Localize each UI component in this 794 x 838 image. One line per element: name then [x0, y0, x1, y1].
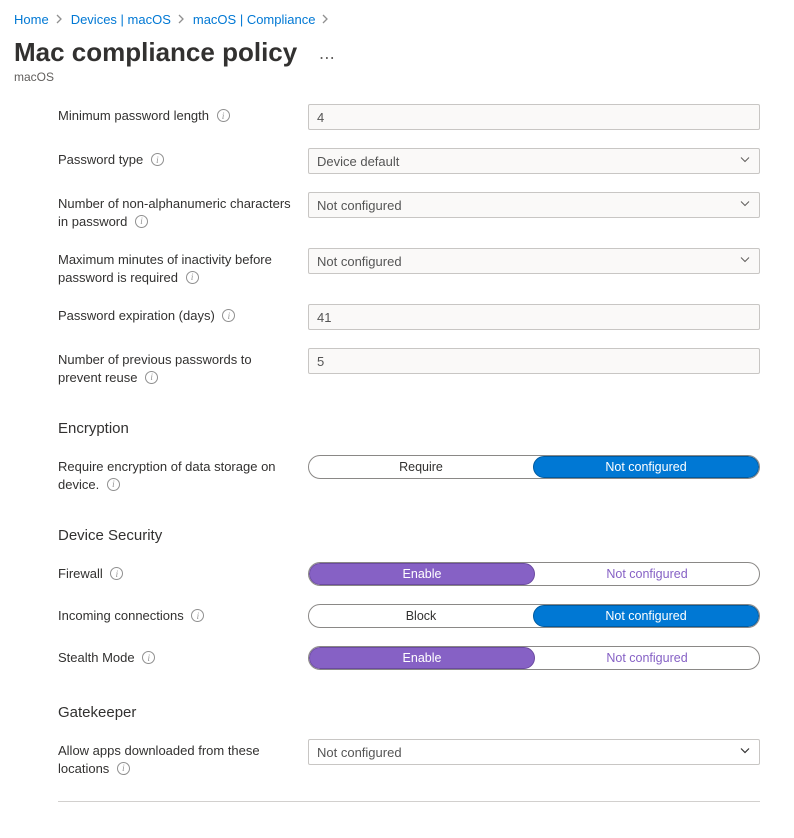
firewall-opt-enable[interactable]: Enable [309, 563, 535, 585]
row-expiration: Password expiration (days) i [58, 304, 760, 330]
policy-form: Minimum password length i Password type … [14, 104, 780, 777]
section-device-security: Device Security [58, 527, 760, 544]
inactivity-label: Maximum minutes of inactivity before pas… [58, 252, 272, 285]
info-icon[interactable]: i [145, 371, 158, 384]
min-password-length-label: Minimum password length [58, 108, 209, 123]
incoming-toggle[interactable]: Block Not configured [308, 604, 760, 628]
incoming-opt-notconfigured[interactable]: Not configured [533, 605, 759, 627]
firewall-label: Firewall [58, 566, 103, 581]
info-icon[interactable]: i [107, 478, 120, 491]
info-icon[interactable]: i [191, 609, 204, 622]
incoming-label: Incoming connections [58, 608, 184, 623]
breadcrumb: Home Devices | macOS macOS | Compliance [14, 12, 780, 27]
expiration-label: Password expiration (days) [58, 308, 215, 323]
info-icon[interactable]: i [110, 567, 123, 580]
min-password-length-input[interactable] [308, 104, 760, 130]
allow-apps-select[interactable]: Not configured [308, 739, 760, 765]
password-type-select[interactable]: Device default [308, 148, 760, 174]
section-gatekeeper: Gatekeeper [58, 704, 760, 721]
chevron-down-icon [739, 254, 751, 269]
page-subtitle: macOS [14, 70, 780, 84]
row-inactivity: Maximum minutes of inactivity before pas… [58, 248, 760, 286]
nonalpha-select[interactable]: Not configured [308, 192, 760, 218]
encryption-opt-notconfigured[interactable]: Not configured [533, 456, 759, 478]
chevron-right-icon [55, 12, 65, 27]
page-title: Mac compliance policy [14, 37, 297, 68]
row-password-type: Password type i Device default [58, 148, 760, 174]
allow-apps-label: Allow apps downloaded from these locatio… [58, 743, 260, 776]
row-require-encryption: Require encryption of data storage on de… [58, 455, 760, 493]
row-allow-apps: Allow apps downloaded from these locatio… [58, 739, 760, 777]
row-incoming: Incoming connections i Block Not configu… [58, 604, 760, 628]
password-type-label: Password type [58, 152, 143, 167]
page-header: Mac compliance policy ⋯ macOS [14, 37, 780, 84]
encryption-toggle[interactable]: Require Not configured [308, 455, 760, 479]
encryption-opt-require[interactable]: Require [309, 456, 533, 478]
row-firewall: Firewall i Enable Not configured [58, 562, 760, 586]
prev-reuse-input[interactable] [308, 348, 760, 374]
info-icon[interactable]: i [142, 651, 155, 664]
chevron-down-icon [739, 198, 751, 213]
row-nonalpha: Number of non-alphanumeric characters in… [58, 192, 760, 230]
info-icon[interactable]: i [151, 153, 164, 166]
stealth-label: Stealth Mode [58, 650, 135, 665]
inactivity-value: Not configured [317, 254, 402, 269]
row-prev-reuse: Number of previous passwords to prevent … [58, 348, 760, 386]
chevron-right-icon [177, 12, 187, 27]
more-icon[interactable]: ⋯ [319, 48, 336, 68]
nonalpha-label: Number of non-alphanumeric characters in… [58, 196, 291, 229]
nonalpha-value: Not configured [317, 198, 402, 213]
breadcrumb-home[interactable]: Home [14, 12, 49, 27]
row-stealth: Stealth Mode i Enable Not configured [58, 646, 760, 670]
password-type-value: Device default [317, 154, 399, 169]
info-icon[interactable]: i [117, 762, 130, 775]
info-icon[interactable]: i [135, 215, 148, 228]
incoming-opt-block[interactable]: Block [309, 605, 533, 627]
firewall-opt-notconfigured[interactable]: Not configured [535, 563, 759, 585]
info-icon[interactable]: i [217, 109, 230, 122]
allow-apps-value: Not configured [317, 745, 402, 760]
stealth-opt-notconfigured[interactable]: Not configured [535, 647, 759, 669]
stealth-toggle[interactable]: Enable Not configured [308, 646, 760, 670]
chevron-down-icon [739, 154, 751, 169]
stealth-opt-enable[interactable]: Enable [309, 647, 535, 669]
chevron-right-icon [321, 12, 331, 27]
divider [58, 801, 760, 802]
breadcrumb-devices[interactable]: Devices | macOS [71, 12, 171, 27]
require-encryption-label: Require encryption of data storage on de… [58, 459, 276, 492]
info-icon[interactable]: i [222, 309, 235, 322]
row-min-password-length: Minimum password length i [58, 104, 760, 130]
inactivity-select[interactable]: Not configured [308, 248, 760, 274]
breadcrumb-compliance[interactable]: macOS | Compliance [193, 12, 316, 27]
firewall-toggle[interactable]: Enable Not configured [308, 562, 760, 586]
info-icon[interactable]: i [186, 271, 199, 284]
section-encryption: Encryption [58, 420, 760, 437]
chevron-down-icon [739, 745, 751, 760]
expiration-input[interactable] [308, 304, 760, 330]
